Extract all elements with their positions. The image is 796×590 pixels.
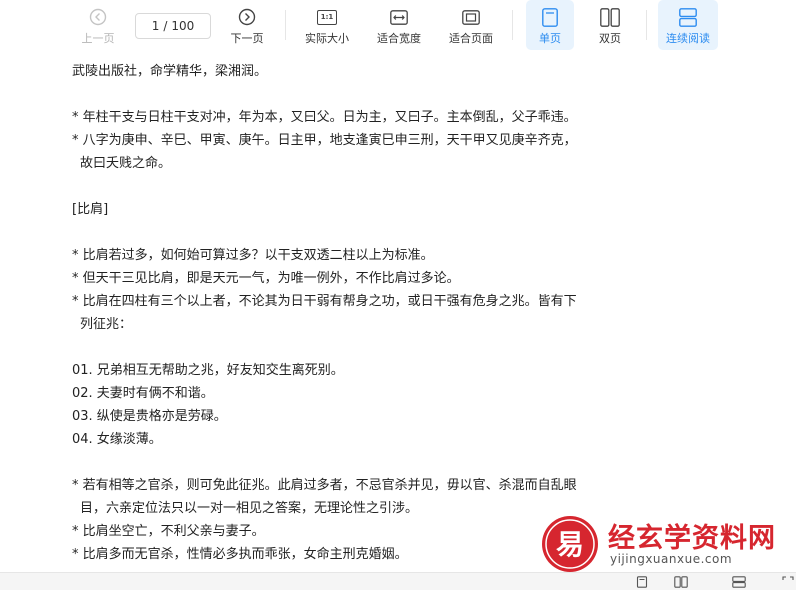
prev-page-label: 上一页 [81, 32, 115, 45]
text-line: 03. 纵使是贵格亦是劳碌。 [72, 409, 227, 424]
text-line: * 但天干三见比肩，即是天元一气，为唯一例外，不作比肩过多论。 [72, 271, 460, 286]
actual-size-button[interactable]: 1:1 实际大小 [298, 0, 356, 50]
text-line: 02. 夫妻时有俩不和谐。 [72, 386, 214, 401]
double-page-icon [600, 6, 620, 28]
fit-width-label: 适合宽度 [377, 32, 421, 45]
watermark-title: 经玄学资料网 [608, 523, 776, 554]
fit-page-button[interactable]: 适合页面 [442, 0, 500, 50]
text-line: [比肩] [72, 202, 109, 217]
site-logo-icon: 易 [540, 514, 600, 574]
double-page-label: 双页 [599, 32, 621, 45]
fit-page-label: 适合页面 [449, 32, 493, 45]
toolbar: 上一页 1 / 100 下一页 1:1 实际大小 适合宽度 适合页面 单页 双页… [0, 0, 796, 56]
prev-page-button[interactable]: 上一页 [76, 0, 120, 50]
text-line: * 年柱干支与日柱干支对冲，年为本，又曰父。日为主，又曰子。主本倒乱，父子乖违。 [72, 110, 577, 125]
actual-size-label: 实际大小 [305, 32, 349, 45]
watermark: 易 经玄学资料网 yijingxuanxue.com [540, 514, 796, 574]
toolbar-divider [646, 10, 647, 40]
chevron-left-circle-icon [89, 6, 107, 28]
single-page-button[interactable]: 单页 [526, 0, 574, 50]
next-page-label: 下一页 [230, 32, 264, 45]
page-total: 100 [171, 19, 195, 33]
bottom-status-bar [0, 572, 796, 590]
fit-page-icon [462, 6, 480, 28]
single-page-label: 单页 [539, 32, 561, 45]
actual-size-icon: 1:1 [317, 6, 337, 28]
text-line: * 比肩在四柱有三个以上者，不论其为日干弱有帮身之功，或日干强有危身之兆。皆有下 [72, 294, 577, 309]
continuous-read-icon [679, 6, 697, 28]
continuous-read-button[interactable]: 连续阅读 [658, 0, 718, 50]
fit-width-icon [390, 6, 408, 28]
text-line: 列征兆： [80, 317, 133, 332]
double-page-mini-icon[interactable] [674, 576, 688, 588]
page-current: 1 [151, 19, 160, 33]
page-separator: / [163, 19, 168, 33]
text-line: 01. 兄弟相互无帮助之兆，好友知交生离死别。 [72, 363, 344, 378]
double-page-button[interactable]: 双页 [586, 0, 634, 50]
toolbar-divider [512, 10, 513, 40]
toolbar-divider [285, 10, 286, 40]
text-line: 武陵出版社，命学精华，梁湘润。 [72, 64, 268, 79]
watermark-url: yijingxuanxue.com [610, 552, 733, 566]
text-line: * 比肩若过多，如何始可算过多？以干支双透二柱以上为标准。 [72, 248, 434, 263]
fit-width-button[interactable]: 适合宽度 [370, 0, 428, 50]
document-page: 武陵出版社，命学精华，梁湘润。 * 年柱干支与日柱干支对冲，年为本，又曰父。日为主… [72, 60, 712, 566]
next-page-button[interactable]: 下一页 [224, 0, 270, 50]
page-number-input[interactable]: 1 / 100 [135, 13, 211, 39]
site-logo-glyph: 易 [556, 528, 584, 561]
chevron-right-circle-icon [238, 6, 256, 28]
continuous-mini-icon[interactable] [732, 576, 746, 588]
fullscreen-mini-icon[interactable] [782, 576, 794, 588]
single-page-icon [542, 6, 558, 28]
single-page-mini-icon[interactable] [636, 576, 648, 588]
text-line: * 若有相等之官杀，则可免此征兆。此肩过多者，不忌官杀并见，毋以官、杀混而自乱眼 [72, 478, 577, 493]
actual-size-icon-text: 1:1 [317, 9, 337, 25]
text-line: * 八字为庚申、辛巳、甲寅、庚午。日主甲，地支逢寅巳申三刑，天干甲又见庚辛齐克， [72, 133, 577, 148]
continuous-read-label: 连续阅读 [666, 32, 710, 45]
text-line: 04. 女缘淡薄。 [72, 432, 162, 447]
text-line: 故曰夭贱之命。 [80, 156, 172, 171]
